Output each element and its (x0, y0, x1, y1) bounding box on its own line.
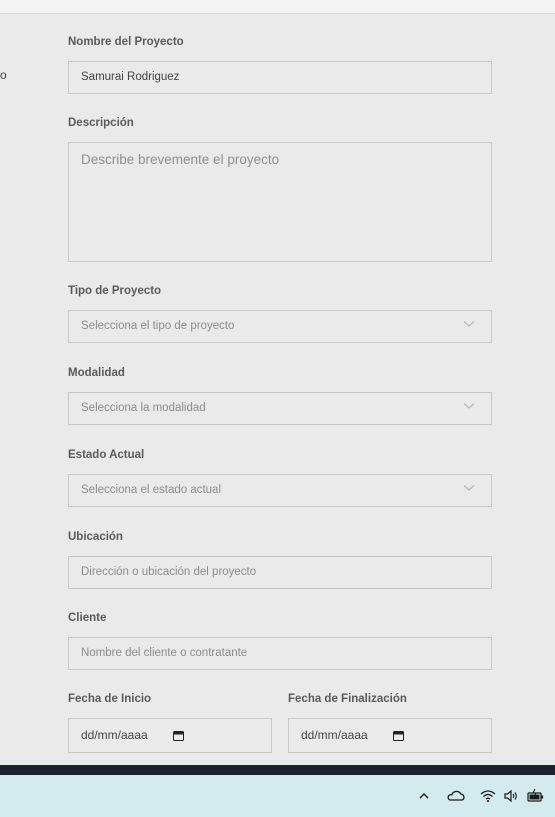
chevron-up-icon[interactable] (418, 788, 430, 804)
start-date-placeholder: dd/mm/aaaa (81, 728, 148, 742)
project-type-label: Tipo de Proyecto (68, 285, 162, 297)
clipped-sidebar-text: o (0, 68, 7, 82)
modality-selected: Selecciona la modalidad (81, 402, 206, 414)
start-date-label: Fecha de Inicio (68, 693, 152, 705)
taskbar (0, 775, 555, 817)
client-placeholder: Nombre del cliente o contratante (81, 647, 248, 659)
onedrive-cloud-icon[interactable] (447, 788, 465, 804)
start-date-input[interactable]: dd/mm/aaaa (68, 718, 272, 753)
location-label: Ubicación (68, 531, 123, 543)
project-name-value: Samurai Rodriguez (81, 71, 180, 83)
project-type-select[interactable]: Selecciona el tipo de proyecto (68, 310, 492, 343)
end-date-placeholder: dd/mm/aaaa (301, 728, 368, 742)
project-name-label: Nombre del Proyecto (68, 36, 184, 48)
location-placeholder: Dirección o ubicación del proyecto (81, 566, 257, 578)
battery-icon[interactable] (527, 788, 545, 804)
client-label: Cliente (68, 612, 107, 624)
modality-label: Modalidad (68, 367, 125, 379)
modality-select[interactable]: Selecciona la modalidad (68, 392, 492, 425)
calendar-icon[interactable] (393, 730, 404, 741)
chevron-down-icon (463, 485, 475, 491)
project-type-selected: Selecciona el tipo de proyecto (81, 320, 235, 332)
chevron-down-icon (463, 321, 475, 327)
client-input[interactable]: Nombre del cliente o contratante (68, 637, 492, 670)
calendar-icon[interactable] (173, 730, 184, 741)
description-placeholder: Describe brevemente el proyecto (81, 152, 280, 167)
window-bottom-edge (0, 765, 555, 775)
project-name-input[interactable]: Samurai Rodriguez (68, 61, 492, 94)
end-date-input[interactable]: dd/mm/aaaa (288, 718, 492, 753)
location-input[interactable]: Dirección o ubicación del proyecto (68, 556, 492, 589)
status-label: Estado Actual (68, 449, 145, 461)
end-date-label: Fecha de Finalización (288, 693, 407, 705)
description-label: Descripción (68, 117, 134, 129)
status-selected: Selecciona el estado actual (81, 484, 222, 496)
speaker-icon[interactable] (503, 788, 519, 804)
chevron-down-icon (463, 403, 475, 409)
status-select[interactable]: Selecciona el estado actual (68, 474, 492, 507)
window-top-bar (0, 0, 555, 14)
description-textarea[interactable]: Describe brevemente el proyecto (68, 142, 492, 262)
wifi-icon[interactable] (479, 788, 497, 804)
